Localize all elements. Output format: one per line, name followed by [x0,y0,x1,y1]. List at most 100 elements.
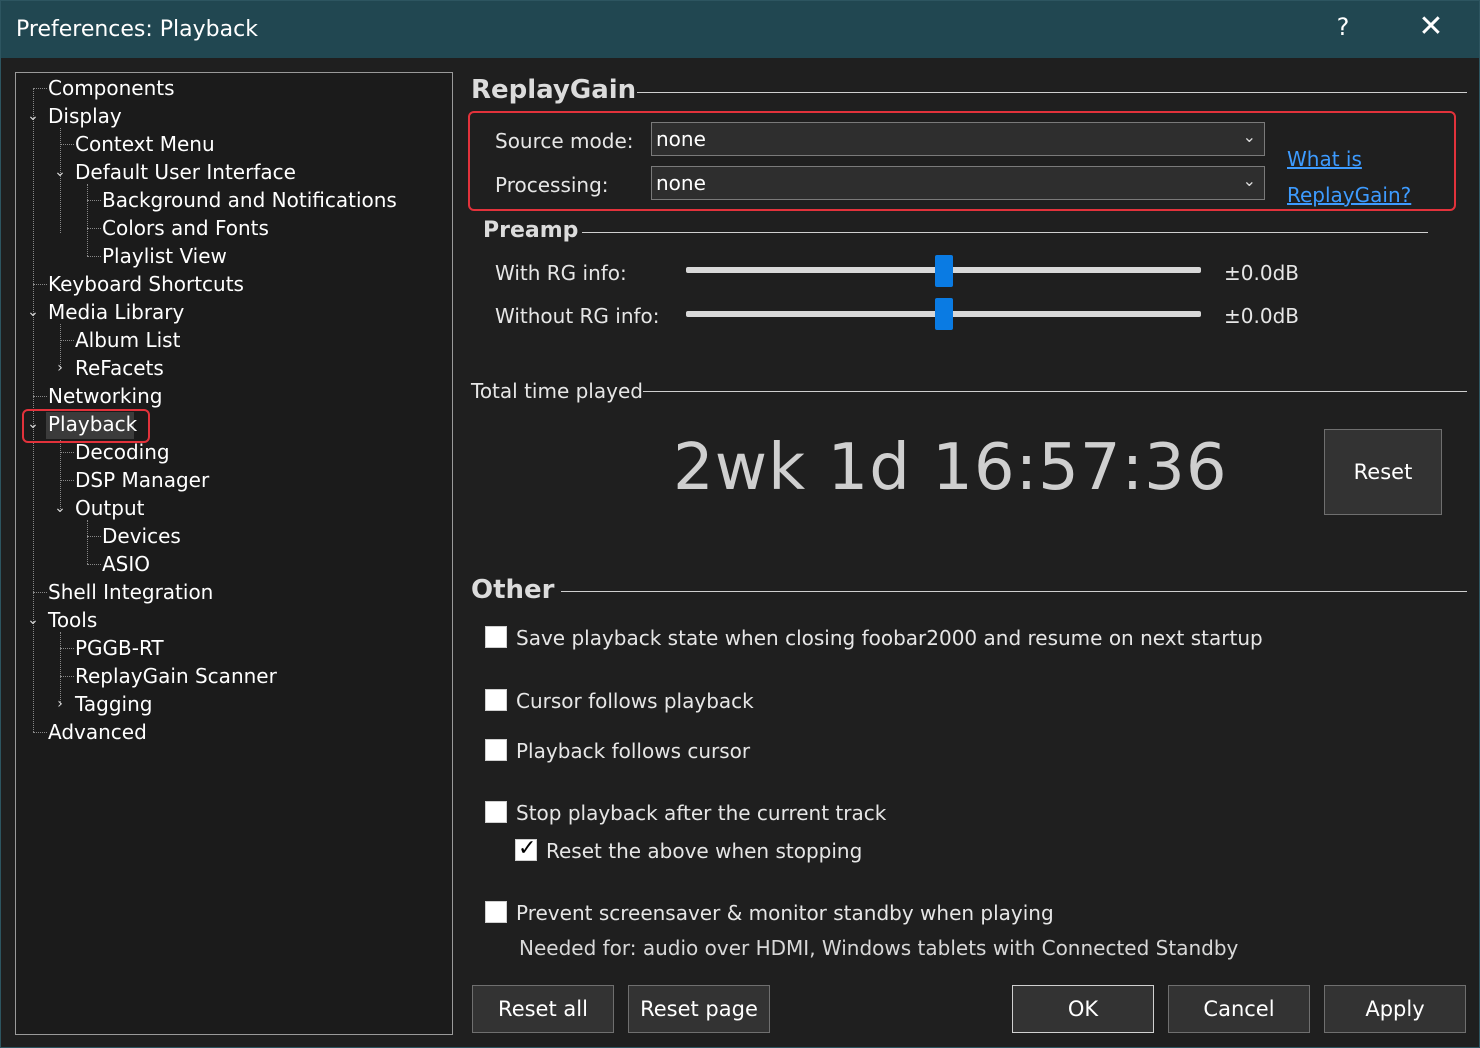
chevron-down-icon: ⌄ [1242,171,1256,190]
tree-item-media-library[interactable]: Media Library [48,299,184,325]
help-button[interactable]: ? [1331,13,1355,41]
tree-item-colors-and-fonts[interactable]: Colors and Fonts [102,215,269,241]
save-state-checkbox[interactable] [485,626,507,648]
chevron-down-icon[interactable]: ⌄ [26,103,40,129]
reset-time-button[interactable]: Reset [1324,429,1442,515]
replaygain-divider [637,92,1467,93]
tree-item-tools[interactable]: Tools [48,607,97,633]
tree-line [87,184,88,256]
preferences-tree: ⌄ ⌄ ⌄ › ⌄ ⌄ ⌄ › Components Display Conte… [15,72,453,1035]
title-bar: Preferences: Playback ? ✕ [1,1,1479,58]
playback-follows-label[interactable]: Playback follows cursor [516,739,750,763]
tree-item-background-and-notifications[interactable]: Background and Notifications [102,187,397,213]
total-time-header: Total time played [471,379,643,403]
tree-line [60,452,74,453]
preamp-header: Preamp [483,218,579,243]
tree-item-networking[interactable]: Networking [48,383,162,409]
tree-line [87,200,101,201]
chevron-down-icon[interactable]: ⌄ [53,159,67,185]
tree-item-components[interactable]: Components [48,75,175,101]
tree-item-default-user-interface[interactable]: Default User Interface [75,159,296,185]
stop-after-label[interactable]: Stop playback after the current track [516,801,886,825]
tree-line [87,520,88,564]
tree-line [87,228,101,229]
what-is-replaygain-link[interactable]: What is ReplayGain? [1287,141,1427,213]
tree-line [33,396,47,397]
cursor-follows-checkbox[interactable] [485,689,507,711]
tree-item-context-menu[interactable]: Context Menu [75,131,215,157]
ok-button[interactable]: OK [1012,985,1154,1033]
tree-line [87,564,101,565]
chevron-down-icon: ⌄ [1242,127,1256,146]
tree-item-tagging[interactable]: Tagging [75,691,152,717]
screensaver-note: Needed for: audio over HDMI, Windows tab… [519,936,1239,960]
stop-after-checkbox[interactable] [485,801,507,823]
other-header: Other [471,575,555,605]
tree-line [87,256,101,257]
source-mode-value: none [656,127,706,151]
reset-above-checkbox[interactable]: ✓ [515,836,537,861]
tree-line [60,480,74,481]
reset-all-button[interactable]: Reset all [472,985,614,1033]
tree-line [33,88,47,89]
tree-line [87,536,101,537]
tree-item-advanced[interactable]: Advanced [48,719,147,745]
tree-item-keyboard-shortcuts[interactable]: Keyboard Shortcuts [48,271,244,297]
chevron-down-icon[interactable]: ⌄ [26,299,40,325]
prevent-screensaver-label[interactable]: Prevent screensaver & monitor standby wh… [516,901,1054,925]
without-rg-info-label: Without RG info: [495,304,660,328]
with-rg-info-value: ±0.0dB [1224,261,1299,285]
processing-select[interactable]: none ⌄ [651,166,1265,200]
link-line-2[interactable]: ReplayGain? [1287,183,1411,207]
replaygain-header: ReplayGain [471,75,637,105]
cursor-follows-label[interactable]: Cursor follows playback [516,689,754,713]
chevron-down-icon[interactable]: ⌄ [26,607,40,633]
tree-item-replaygain-scanner[interactable]: ReplayGain Scanner [75,663,277,689]
link-line-1[interactable]: What is [1287,147,1362,171]
chevron-down-icon[interactable]: ⌄ [53,495,67,521]
prevent-screensaver-checkbox[interactable] [485,901,507,923]
source-mode-label: Source mode: [495,129,634,153]
tree-item-dsp-manager[interactable]: DSP Manager [75,467,209,493]
save-state-label[interactable]: Save playback state when closing foobar2… [516,626,1263,650]
tree-line [33,732,47,733]
without-rg-info-value: ±0.0dB [1224,304,1299,328]
checkmark-icon: ✓ [518,836,537,861]
with-rg-info-slider-thumb[interactable] [934,255,953,287]
chevron-right-icon[interactable]: › [53,355,67,381]
tree-line [60,144,74,145]
tree-line [33,592,47,593]
tree-item-devices[interactable]: Devices [102,523,181,549]
window-title: Preferences: Playback [16,17,258,42]
without-rg-info-slider-thumb[interactable] [934,298,953,330]
tree-item-shell-integration[interactable]: Shell Integration [48,579,213,605]
tree-line [60,676,74,677]
tree-line [60,648,74,649]
playback-highlight [22,409,150,443]
total-time-value: 2wk 1d 16:57:36 [673,431,1228,505]
close-button[interactable]: ✕ [1411,9,1451,44]
processing-value: none [656,171,706,195]
tree-item-asio[interactable]: ASIO [102,551,150,577]
reset-above-label[interactable]: Reset the above when stopping [546,839,862,863]
reset-page-button[interactable]: Reset page [628,985,770,1033]
apply-button[interactable]: Apply [1324,985,1466,1033]
tree-line [60,340,74,341]
tree-item-refacets[interactable]: ReFacets [75,355,164,381]
with-rg-info-label: With RG info: [495,261,627,285]
cancel-button[interactable]: Cancel [1168,985,1310,1033]
playback-follows-checkbox[interactable] [485,739,507,761]
tree-line [33,284,47,285]
tree-item-playlist-view[interactable]: Playlist View [102,243,227,269]
preamp-divider [582,232,1428,233]
tree-item-pggb-rt[interactable]: PGGB-RT [75,635,164,661]
chevron-right-icon[interactable]: › [53,691,67,717]
total-time-divider [643,391,1467,392]
source-mode-select[interactable]: none ⌄ [651,122,1265,156]
preferences-window: Preferences: Playback ? ✕ ⌄ ⌄ ⌄ › ⌄ ⌄ ⌄ … [0,0,1480,1048]
tree-item-album-list[interactable]: Album List [75,327,180,353]
tree-item-display[interactable]: Display [48,103,122,129]
processing-label: Processing: [495,173,609,197]
other-divider [561,591,1467,592]
tree-item-output[interactable]: Output [75,495,144,521]
